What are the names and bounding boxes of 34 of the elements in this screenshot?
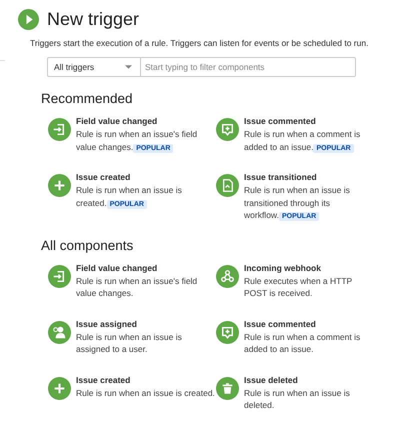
- page-title: New trigger: [47, 9, 140, 30]
- trigger-title[interactable]: Issue assigned: [76, 318, 137, 328]
- trigger-title[interactable]: Field value changed: [76, 262, 158, 272]
- trigger-title[interactable]: Issue transitioned: [244, 172, 317, 182]
- play-icon: [18, 9, 39, 30]
- trigger-description: Rule is run when an issue's field value changes.: [76, 274, 198, 300]
- user-icon[interactable]: [48, 320, 71, 344]
- trash-icon[interactable]: [216, 376, 239, 400]
- comment-icon[interactable]: [216, 320, 239, 344]
- trigger-type-dropdown[interactable]: All triggers: [47, 57, 141, 77]
- trigger-description: Rule is run when a comment is added to an issue.: [244, 330, 362, 356]
- trigger-title[interactable]: Issue deleted: [244, 374, 298, 384]
- trigger-description: Rule executes when a HTTP POST is received.: [244, 274, 354, 300]
- document-icon[interactable]: [216, 174, 239, 197]
- trigger-title[interactable]: Incoming webhook: [244, 262, 321, 272]
- trigger-title[interactable]: Issue created: [76, 172, 130, 182]
- trigger-title[interactable]: Field value changed: [76, 116, 158, 126]
- trigger-title[interactable]: Issue commented: [244, 116, 316, 126]
- caret-icon: [125, 65, 132, 69]
- trigger-description: Rule is run when an issue is created.: [76, 386, 215, 399]
- field-icon[interactable]: [48, 118, 71, 141]
- trigger-title[interactable]: Issue created: [76, 374, 130, 384]
- trigger-title[interactable]: Issue commented: [244, 318, 316, 328]
- trigger-description: Rule is run when an issue is deleted.: [244, 386, 351, 412]
- section-heading: Recommended: [41, 91, 134, 106]
- section-heading: All components: [41, 238, 134, 252]
- webhook-icon[interactable]: [216, 264, 239, 288]
- plus-icon[interactable]: [48, 376, 71, 400]
- trigger-description: Rule is run when an issue is assigned to a user.: [76, 330, 183, 356]
- page-description: Triggers start the execution of a rule. Triggers can listen for events or be scheduled to run.: [30, 38, 370, 48]
- comment-icon[interactable]: [216, 118, 239, 141]
- plus-icon[interactable]: [48, 174, 71, 197]
- field-icon[interactable]: [48, 264, 71, 288]
- filter-field[interactable]: Start typing to filter components: [141, 57, 356, 77]
